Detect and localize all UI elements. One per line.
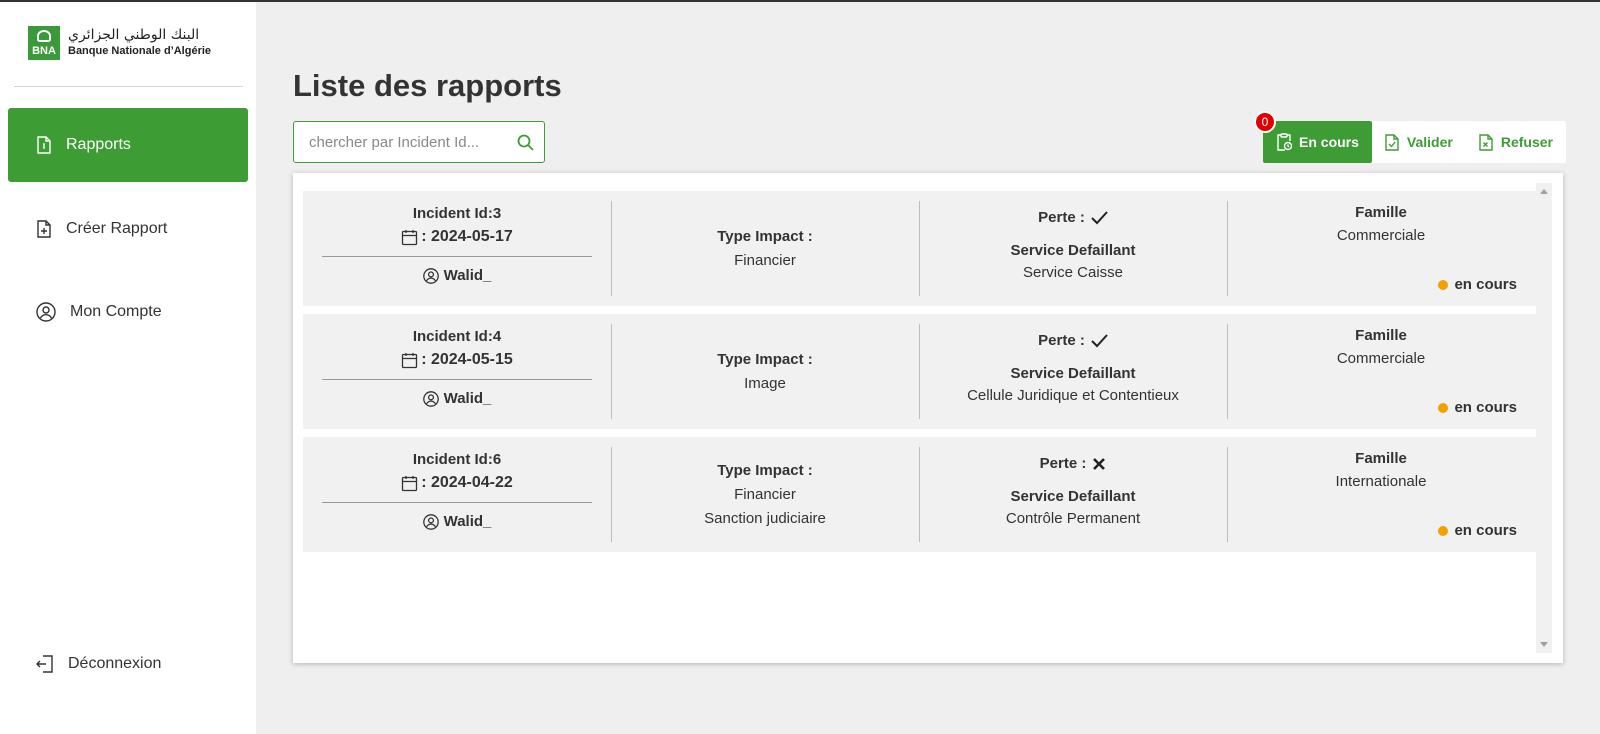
filter-en-cours-button[interactable]: 0 En cours	[1254, 111, 1372, 163]
incident-date: : 2024-04-22	[401, 474, 513, 492]
logout-button[interactable]: Déconnexion	[8, 627, 248, 701]
report-row[interactable]: Incident Id:3 : 2024-05-17 Walid_ Type I…	[303, 191, 1536, 306]
search-box	[293, 121, 545, 163]
type-impact-value: Financier	[734, 251, 796, 269]
calendar-icon	[402, 475, 418, 491]
scroll-up-icon[interactable]	[1540, 189, 1548, 194]
sidebar-item-label: Créer Rapport	[66, 220, 168, 237]
file-icon	[37, 136, 51, 154]
clipboard-clock-icon	[1277, 133, 1292, 151]
famille-label: Famille	[1355, 327, 1407, 344]
status-badge: en cours	[1438, 522, 1517, 539]
report-row[interactable]: Incident Id:6 : 2024-04-22 Walid_ Type I…	[303, 437, 1536, 552]
service-defaillant-value: Service Caisse	[1022, 264, 1124, 281]
sidebar-item-creer-rapport[interactable]: Créer Rapport	[8, 192, 248, 266]
famille-value: Commerciale	[1336, 350, 1426, 367]
report-author: Walid_	[422, 390, 491, 407]
reports-list: Incident Id:3 : 2024-05-17 Walid_ Type I…	[303, 191, 1536, 560]
report-row[interactable]: Incident Id:4 : 2024-05-15 Walid_ Type I…	[303, 314, 1536, 429]
service-defaillant-value: Contrôle Permanent	[1005, 510, 1141, 527]
brand-logo: BNA البنك الوطني الجزائري Banque Nationa…	[28, 26, 211, 60]
status-dot-icon	[1438, 525, 1449, 536]
sidebar: BNA البنك الوطني الجزائري Banque Nationa…	[0, 2, 256, 734]
perte-indicator: Perte :	[1040, 455, 1107, 472]
famille-value: Internationale	[1335, 473, 1427, 490]
filter-label: Refuser	[1500, 134, 1553, 150]
service-defaillant-label: Service Defaillant	[1010, 242, 1136, 259]
calendar-icon	[402, 352, 418, 368]
user-circle-icon	[422, 267, 439, 284]
service-defaillant-value: Cellule Juridique et Contentieux	[967, 387, 1179, 404]
check-icon	[1091, 210, 1108, 224]
user-circle-icon	[422, 390, 439, 407]
filter-label: En cours	[1299, 134, 1359, 150]
sidebar-item-rapports[interactable]: Rapports	[8, 108, 248, 182]
bna-logo-icon: BNA	[28, 26, 60, 60]
list-scrollbar[interactable]	[1536, 183, 1552, 653]
sidebar-item-label: Mon Compte	[70, 303, 162, 320]
sidebar-item-mon-compte[interactable]: Mon Compte	[8, 275, 248, 349]
filter-label: Valider	[1406, 134, 1453, 150]
user-circle-icon	[36, 302, 56, 322]
status-badge: en cours	[1438, 276, 1517, 293]
reports-panel: Incident Id:3 : 2024-05-17 Walid_ Type I…	[293, 173, 1563, 663]
incident-id: Incident Id:3	[412, 205, 502, 222]
file-check-icon	[1385, 133, 1399, 151]
file-plus-icon	[37, 220, 51, 238]
status-dot-icon	[1438, 402, 1449, 413]
sidebar-divider	[14, 86, 243, 87]
check-icon	[1091, 333, 1108, 347]
report-author: Walid_	[422, 267, 491, 284]
type-impact-value: Sanction judiciaire	[704, 509, 826, 527]
sidebar-item-label: Rapports	[66, 136, 131, 153]
type-impact-label: Type Impact :	[717, 227, 813, 245]
service-defaillant-label: Service Defaillant	[1010, 488, 1136, 505]
brand-arabic-name: البنك الوطني الجزائري	[68, 27, 200, 44]
filter-refuser-button[interactable]: Refuser	[1466, 121, 1566, 163]
logout-icon	[36, 655, 53, 673]
perte-indicator: Perte :	[1038, 332, 1108, 349]
status-badge: en cours	[1438, 399, 1517, 416]
user-circle-icon	[422, 513, 439, 530]
famille-label: Famille	[1355, 204, 1407, 221]
incident-id: Incident Id:6	[412, 451, 502, 468]
incident-id: Incident Id:4	[412, 328, 502, 345]
search-input[interactable]	[309, 133, 517, 151]
file-x-icon	[1479, 133, 1493, 151]
search-icon[interactable]	[517, 134, 534, 151]
status-dot-icon	[1438, 279, 1449, 290]
calendar-icon	[402, 229, 418, 245]
scroll-thumb[interactable]	[1539, 197, 1549, 637]
scroll-down-icon[interactable]	[1540, 642, 1548, 647]
type-impact-value: Financier	[734, 485, 796, 503]
famille-label: Famille	[1355, 450, 1407, 467]
type-impact-label: Type Impact :	[717, 461, 813, 479]
notification-badge: 0	[1254, 111, 1276, 133]
service-defaillant-label: Service Defaillant	[1010, 365, 1136, 382]
famille-value: Commerciale	[1336, 227, 1426, 244]
cross-icon	[1093, 457, 1106, 470]
report-author: Walid_	[422, 513, 491, 530]
incident-date: : 2024-05-17	[401, 228, 513, 246]
brand-latin-name: Banque Nationale d’Algérie	[68, 44, 212, 57]
type-impact-value: Image	[744, 374, 786, 392]
type-impact-label: Type Impact :	[717, 350, 813, 368]
logout-label: Déconnexion	[68, 655, 162, 672]
page-title: Liste des rapports	[293, 68, 562, 103]
incident-date: : 2024-05-15	[401, 351, 513, 369]
filter-valider-button[interactable]: Valider	[1372, 121, 1466, 163]
perte-indicator: Perte :	[1038, 209, 1108, 226]
status-filter-group: 0 En cours Valider Refuser	[1254, 111, 1566, 163]
